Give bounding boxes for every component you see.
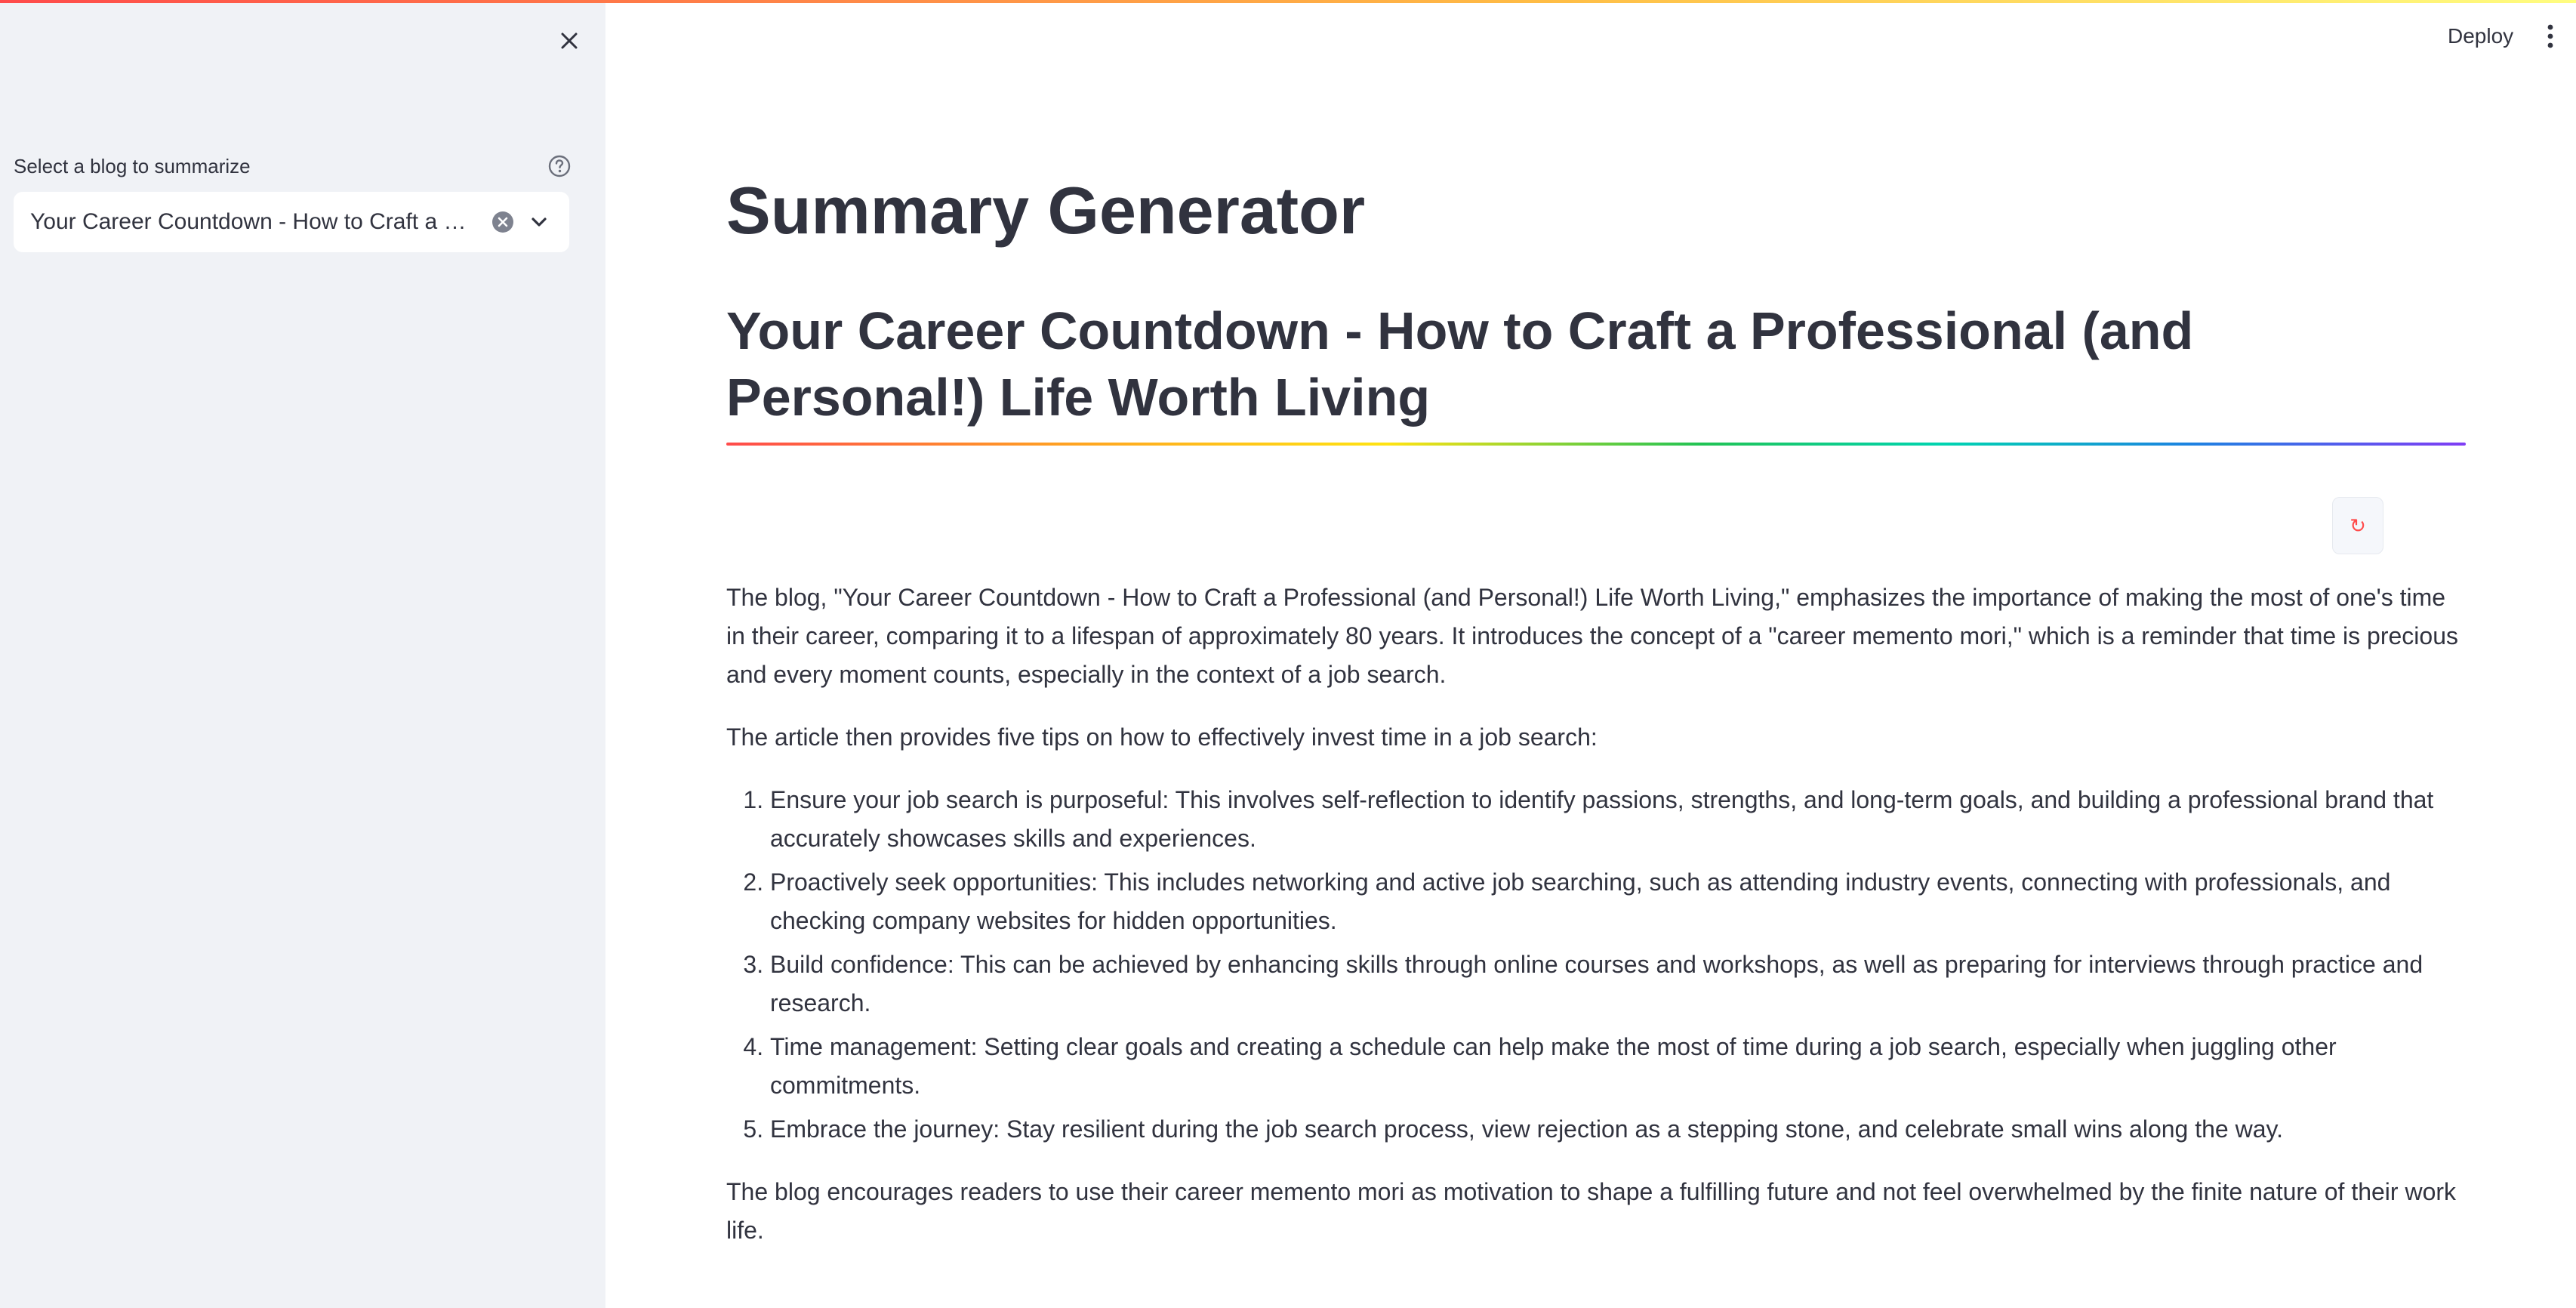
help-circle-icon[interactable] bbox=[547, 153, 572, 179]
top-decoration-bar bbox=[0, 0, 2576, 3]
sidebar: Select a blog to summarize Your Career C… bbox=[0, 0, 605, 1308]
rainbow-divider bbox=[726, 443, 2466, 446]
list-item: Ensure your job search is purposeful: Th… bbox=[770, 781, 2463, 858]
vertical-dots-icon[interactable] bbox=[2535, 21, 2565, 51]
list-item: Build confidence: This can be achieved b… bbox=[770, 946, 2463, 1023]
select-label-row: Select a blog to summarize bbox=[14, 151, 572, 181]
select-label: Select a blog to summarize bbox=[14, 154, 251, 177]
clear-circle-icon[interactable] bbox=[491, 210, 515, 234]
list-item: Proactively seek opportunities: This inc… bbox=[770, 863, 2463, 940]
list-item: Time management: Setting clear goals and… bbox=[770, 1028, 2463, 1105]
refresh-icon: ↻ bbox=[2350, 514, 2366, 537]
summary-intro: The blog, "Your Career Countdown - How t… bbox=[726, 584, 2458, 688]
page-title: Summary Generator bbox=[726, 173, 1366, 248]
deploy-button[interactable]: Deploy bbox=[2433, 17, 2528, 56]
close-icon[interactable] bbox=[554, 26, 584, 56]
tips-list: Ensure your job search is purposeful: Th… bbox=[726, 781, 2463, 1149]
summary-text: The blog, "Your Career Countdown - How t… bbox=[726, 578, 2463, 1274]
blog-title: Your Career Countdown - How to Craft a P… bbox=[726, 301, 2194, 427]
chevron-down-icon[interactable] bbox=[525, 208, 553, 236]
summary-conclusion: The blog encourages readers to use their… bbox=[726, 1178, 2457, 1244]
rerun-button[interactable]: ↻ bbox=[2332, 497, 2383, 554]
summary-tips-intro: The article then provides five tips on h… bbox=[726, 723, 1598, 751]
select-value: Your Career Countdown - How to Craft a … bbox=[30, 209, 467, 234]
blog-select[interactable]: Your Career Countdown - How to Craft a … bbox=[14, 192, 569, 252]
list-item: Embrace the journey: Stay resilient duri… bbox=[770, 1110, 2463, 1149]
